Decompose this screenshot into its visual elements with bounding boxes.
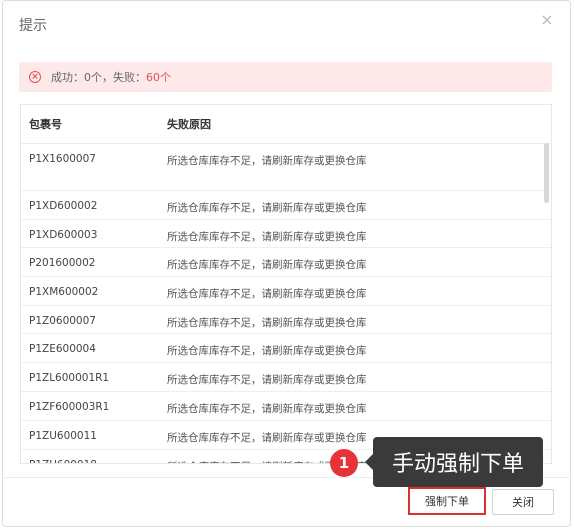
table-row: P1ZL600001R1 所选仓库库存不足，请刷新库存或更换仓库 [21,363,551,392]
force-order-button[interactable]: 强制下单 [408,487,486,515]
fail-reason: 所选仓库库存不足，请刷新库存或更换仓库 [167,288,367,300]
package-code: P1X1600007 [29,153,96,165]
package-code: P1Z0600007 [29,315,96,327]
close-button[interactable]: 关闭 [492,489,554,515]
table-row: P1XM600002 所选仓库库存不足，请刷新库存或更换仓库 [21,277,551,306]
annotation-tooltip: 手动强制下单 [373,437,543,487]
result-alert: × 成功： 0个， 失败： 60个 [19,62,552,92]
package-code: P1XD600003 [29,229,98,241]
tooltip-arrow [365,454,373,470]
table-row: P1ZF600003R1 所选仓库库存不足，请刷新库存或更换仓库 [21,392,551,421]
table-row: P1Z0600007 所选仓库库存不足，请刷新库存或更换仓库 [21,306,551,334]
fail-reason: 所选仓库库存不足，请刷新库存或更换仓库 [167,259,367,271]
header-package-no: 包裹号 [29,118,62,131]
table-row: P201600002 所选仓库库存不足，请刷新库存或更换仓库 [21,248,551,277]
fail-reason: 所选仓库库存不足，请刷新库存或更换仓库 [167,374,367,386]
package-code: P1ZU600011 [29,430,97,442]
table-row: P1XD600003 所选仓库库存不足，请刷新库存或更换仓库 [21,220,551,248]
table-row: P1X1600007 所选仓库库存不足，请刷新库存或更换仓库 [21,144,551,191]
fail-count: 60个 [146,71,171,84]
success-count: 0个， [84,71,113,84]
header-fail-reason: 失败原因 [167,118,211,131]
package-code: P1ZF600003R1 [29,401,110,413]
fail-reason: 所选仓库库存不足，请刷新库存或更换仓库 [167,155,367,167]
package-code: P1ZL600001R1 [29,372,110,384]
fail-reason: 所选仓库库存不足，请刷新库存或更换仓库 [167,345,367,357]
table-row: P1ZE600004 所选仓库库存不足，请刷新库存或更换仓库 [21,334,551,363]
error-circle-icon: × [29,71,41,83]
dialog-title: 提示 [19,18,47,34]
close-icon[interactable]: × [538,11,556,29]
fail-reason: 所选仓库库存不足，请刷新库存或更换仓库 [167,317,367,329]
fail-reason: 所选仓库库存不足，请刷新库存或更换仓库 [167,202,367,214]
table-scrollbar[interactable] [544,143,549,203]
table-header: 包裹号 失败原因 [21,105,551,144]
package-code: P1ZE600004 [29,343,96,355]
package-code: P201600002 [29,257,96,269]
success-label: 成功： [51,71,84,84]
fail-reason: 所选仓库库存不足，请刷新库存或更换仓库 [167,403,367,415]
table-body: P1X1600007 所选仓库库存不足，请刷新库存或更换仓库 P1XD600002 所… [21,144,551,463]
failure-table: 包裹号 失败原因 P1X1600007 所选仓库库存不足，请刷新库存或更换仓库 P1… [20,104,552,464]
table-row: P1XD600002 所选仓库库存不足，请刷新库存或更换仓库 [21,191,551,220]
package-code: P1ZU600018 [21,459,161,463]
package-code: P1XD600002 [29,200,98,212]
step-badge: 1 [330,449,358,477]
package-code: P1XM600002 [29,286,99,298]
fail-label: 失败： [113,71,146,84]
fail-reason: 所选仓库库存不足，请刷新库存或更换仓库 [167,231,367,243]
